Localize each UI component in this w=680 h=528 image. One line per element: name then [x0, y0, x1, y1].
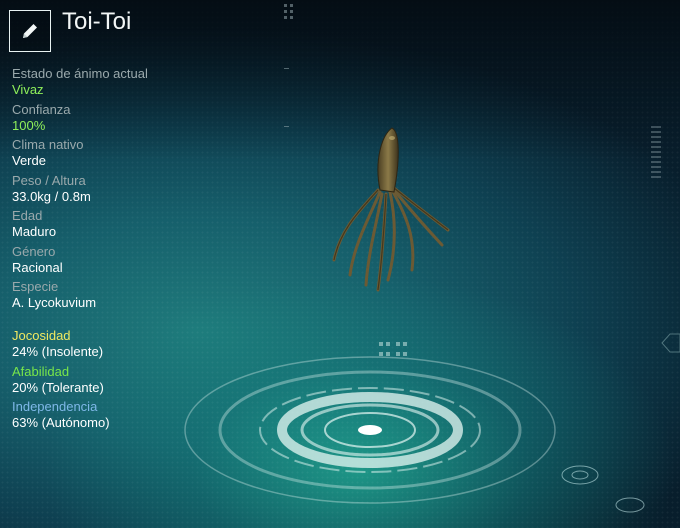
pet-name[interactable]: Toi-Toi	[62, 8, 131, 36]
stat-gender: Género Racional	[12, 244, 212, 280]
stats-panel: Estado de ánimo actual Vivaz Confianza 1…	[12, 66, 212, 315]
stat-label: Estado de ánimo actual	[12, 66, 148, 81]
stat-trust: Confianza 100%	[12, 102, 212, 138]
stat-label: Edad	[12, 208, 43, 223]
pencil-icon	[23, 24, 37, 38]
stat-label: Clima nativo	[12, 137, 84, 152]
creature-model[interactable]	[320, 120, 460, 300]
stat-value: Racional	[12, 259, 63, 275]
stat-species: Especie A. Lycokuvium	[12, 279, 212, 315]
creature-viewer: Toi-Toi Estado de ánimo actual Vivaz Con…	[0, 0, 680, 528]
stat-age: Edad Maduro	[12, 208, 212, 244]
stat-value: Verde	[12, 153, 46, 168]
stat-label: Género	[12, 243, 56, 259]
display-platform	[184, 356, 556, 504]
stat-value: 33.0kg / 0.8m	[12, 188, 91, 204]
stat-value: A. Lycokuvium	[12, 295, 97, 310]
stat-value: Vivaz	[12, 82, 44, 97]
stat-climate: Clima nativo Verde	[12, 137, 212, 173]
trait-label: Jocosidad	[12, 328, 71, 343]
stat-weight-height: Peso / Altura 33.0kg / 0.8m	[12, 173, 212, 209]
stat-value: 100%	[12, 117, 46, 133]
edit-name-button[interactable]	[9, 10, 51, 52]
stat-label: Confianza	[12, 101, 71, 117]
stat-mood: Estado de ánimo actual Vivaz	[12, 66, 212, 102]
stat-label: Especie	[12, 279, 59, 294]
stat-value: Maduro	[12, 224, 57, 239]
stat-label: Peso / Altura	[12, 172, 86, 188]
